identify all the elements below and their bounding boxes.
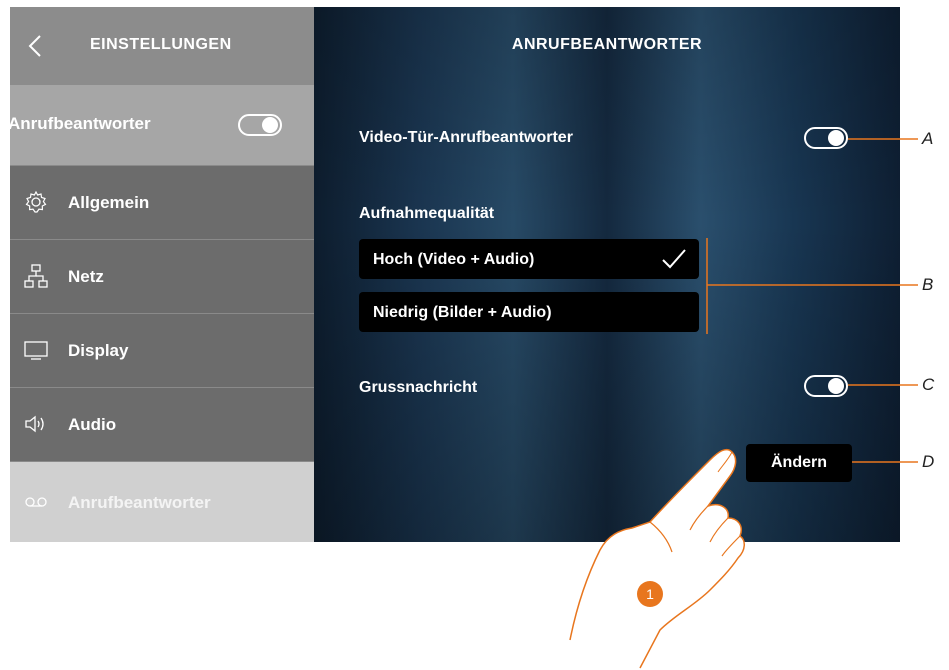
sidebar-toggle-label: Anrufbeantworter (10, 114, 151, 133)
sidebar-item-anrufbeantworter[interactable]: Anrufbeantworter (10, 461, 314, 542)
toggle-knob (828, 378, 844, 394)
step-badge: 1 (637, 581, 663, 607)
hand-pointer-illustration (569, 448, 745, 669)
sidebar-answering-toggle-row: Anrufbeantworter (10, 85, 314, 165)
check-icon (662, 249, 686, 269)
greeting-toggle[interactable] (804, 375, 848, 397)
sidebar-title: EINSTELLUNGEN (90, 36, 232, 53)
speaker-icon (25, 415, 44, 433)
video-answering-label: Video-Tür-Anrufbeantworter (359, 129, 573, 146)
sidebar-item-label: Allgemein (68, 193, 150, 212)
video-answering-toggle[interactable] (804, 127, 848, 149)
option-label: Hoch (Video + Audio) (373, 251, 535, 268)
callout-label-c: C (922, 375, 935, 394)
sidebar-item-display[interactable]: Display (10, 313, 314, 387)
callout-label-a: A (922, 129, 934, 148)
network-icon (24, 264, 48, 288)
sidebar-item-netz[interactable]: Netz (10, 239, 314, 313)
gear-icon (25, 190, 47, 213)
option-label: Niedrig (Bilder + Audio) (373, 304, 552, 321)
sidebar-answering-toggle[interactable] (238, 114, 282, 136)
sidebar-item-label: Netz (68, 267, 104, 286)
voicemail-icon (25, 497, 47, 507)
back-icon[interactable] (24, 33, 50, 59)
quality-label: Aufnahmequalität (359, 205, 495, 222)
toggle-knob (262, 117, 278, 133)
page-title: ANRUFBEANTWORTER (511, 36, 703, 53)
callout-label-d: D (922, 452, 935, 471)
sidebar-item-audio[interactable]: Audio (10, 387, 314, 461)
sidebar-item-label: Audio (68, 415, 117, 434)
display-icon (24, 341, 48, 360)
sidebar-header: EINSTELLUNGEN (10, 7, 314, 85)
quality-option-low[interactable]: Niedrig (Bilder + Audio) (359, 292, 699, 332)
sidebar: EINSTELLUNGEN Anrufbeantworter Allgemein (10, 7, 314, 542)
greeting-label: Grussnachricht (359, 379, 478, 396)
sidebar-item-label: Display (68, 341, 129, 360)
quality-option-high[interactable]: Hoch (Video + Audio) (359, 239, 699, 279)
toggle-knob (828, 130, 844, 146)
sidebar-item-allgemein[interactable]: Allgemein (10, 165, 314, 239)
callout-label-b: B (922, 275, 934, 294)
sidebar-item-label: Anrufbeantworter (68, 493, 211, 512)
